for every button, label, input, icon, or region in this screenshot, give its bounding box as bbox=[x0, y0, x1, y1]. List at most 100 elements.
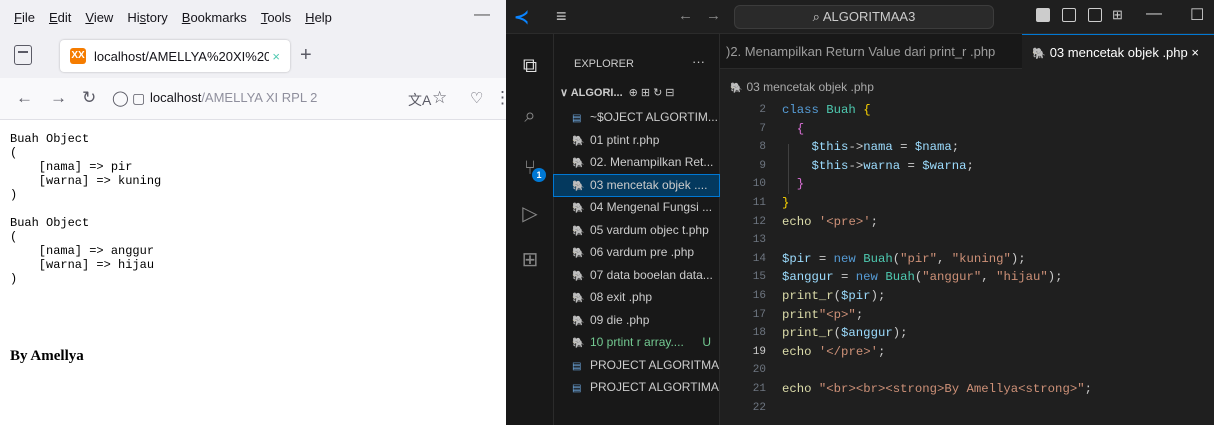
new-tab-button[interactable]: + bbox=[300, 44, 312, 67]
run-debug-icon[interactable]: ▷ bbox=[518, 202, 542, 226]
file-name: ~$OJECT ALGORTIM... bbox=[590, 110, 718, 124]
code-line: echo '</pre>'; bbox=[782, 344, 886, 359]
file-name: 05 vardum objec t.php bbox=[590, 222, 709, 237]
nav-back-icon[interactable]: ← bbox=[678, 7, 693, 24]
code-line: print"<p>"; bbox=[782, 307, 864, 322]
file-item[interactable]: 🐘 06 vardum pre .php bbox=[554, 242, 719, 263]
command-center-search[interactable]: ⌕ ALGORITMAA3 bbox=[734, 5, 994, 29]
line-number: 22 bbox=[752, 401, 766, 414]
explorer-icon[interactable]: ⧉ bbox=[518, 54, 542, 78]
file-name: PROJECT ALGORITMA... bbox=[590, 357, 719, 372]
customize-layout-icon[interactable]: ⊞ bbox=[1112, 7, 1123, 23]
line-number: 18 bbox=[752, 327, 766, 340]
minimize-icon[interactable]: — bbox=[474, 6, 490, 24]
xampp-favicon-icon: XX bbox=[70, 48, 86, 64]
print-r-output: Buah Object ( [nama] => pir [warna] => k… bbox=[10, 132, 162, 286]
file-name: 07 data booelan data... bbox=[590, 267, 713, 282]
file-item[interactable]: 🐘 07 data booelan data... bbox=[554, 265, 719, 286]
reload-icon[interactable]: ↻ bbox=[82, 88, 96, 108]
firefox-tabbar: XX localhost/AMELLYA%20XI%20RI × + bbox=[0, 34, 506, 78]
translate-icon[interactable]: 文A bbox=[408, 90, 431, 110]
menu-file[interactable]: File bbox=[14, 10, 35, 25]
file-name: PROJECT ALGORTIMA... bbox=[590, 380, 719, 394]
breadcrumb[interactable]: 🐘 03 mencetak objek .php bbox=[720, 80, 1214, 100]
window-minimize-icon[interactable]: — bbox=[1146, 5, 1162, 23]
explorer-more-icon[interactable]: ··· bbox=[692, 54, 705, 69]
line-number: 17 bbox=[752, 308, 766, 321]
extensions-icon[interactable]: ⊞ bbox=[518, 248, 542, 272]
vscode-titlebar: ≺ ≡ ← → ⌕ ALGORITMAA3 ⊞ — ☐ bbox=[506, 0, 1214, 34]
menu-view[interactable]: View bbox=[85, 10, 113, 25]
menu-tools[interactable]: Tools bbox=[261, 10, 291, 25]
folder-actions-icons[interactable]: ⊕⊞↻⊟ bbox=[629, 87, 678, 99]
line-number: 20 bbox=[752, 364, 766, 377]
tab-menampilkan-return[interactable]: )2. Menampilkan Return Value dari print_… bbox=[720, 34, 1020, 69]
tab-close-icon[interactable]: × bbox=[272, 49, 280, 64]
forward-arrow-icon[interactable]: → bbox=[50, 88, 67, 108]
line-number: 11 bbox=[752, 197, 766, 209]
file-item[interactable]: 🐘 01 ptint r.php bbox=[554, 130, 719, 151]
search-icon[interactable]: ⌕ bbox=[518, 104, 542, 128]
php-file-icon: 🐘 bbox=[572, 158, 585, 169]
scm-badge: 1 bbox=[532, 168, 546, 182]
nav-forward-icon[interactable]: → bbox=[706, 7, 721, 24]
file-item[interactable]: 🐘 03 mencetak objek .... bbox=[553, 173, 720, 197]
firefox-navbar: ← → ↻ ◯ ▢ localhost/AMELLYA XI RPL 2 文A … bbox=[0, 78, 511, 120]
file-item[interactable]: ▤ PROJECT ALGORITMA... bbox=[554, 355, 719, 376]
menu-history[interactable]: History bbox=[127, 10, 167, 25]
signature-text: By Amellya bbox=[10, 348, 84, 364]
pocket-icon[interactable]: ♡ bbox=[470, 89, 483, 107]
url-bar[interactable]: localhost/AMELLYA XI RPL 2 bbox=[150, 90, 450, 105]
toggle-secondary-sidebar-icon[interactable] bbox=[1088, 8, 1102, 22]
file-name: 02. Menampilkan Ret... bbox=[590, 155, 714, 169]
menu-help[interactable]: Help bbox=[305, 10, 332, 25]
file-item[interactable]: ▤ ~$OJECT ALGORTIM... bbox=[554, 107, 719, 128]
document-file-icon: ▤ bbox=[572, 113, 582, 124]
php-file-icon: 🐘 bbox=[572, 225, 585, 237]
line-number: 12 bbox=[752, 215, 766, 228]
code-line: class Buah { bbox=[782, 103, 871, 117]
php-file-icon: 🐘 bbox=[572, 248, 585, 259]
tab-mencetak-objek[interactable]: 🐘 03 mencetak objek .php × bbox=[1022, 34, 1214, 69]
file-name: 09 die .php bbox=[590, 312, 650, 327]
toggle-sidebar-icon[interactable] bbox=[1036, 8, 1050, 22]
line-number: 2 bbox=[759, 104, 766, 116]
workspace-folder[interactable]: ∨ ALGORI... ⊕⊞↻⊟ bbox=[560, 86, 720, 99]
browser-tab[interactable]: XX localhost/AMELLYA%20XI%20RI × bbox=[60, 40, 290, 72]
line-number: 10 bbox=[752, 178, 766, 191]
menu-icon[interactable]: ≡ bbox=[556, 6, 567, 27]
bookmark-star-icon[interactable]: ☆ bbox=[432, 88, 447, 108]
tab-close-icon[interactable]: × bbox=[1191, 45, 1199, 60]
code-editor[interactable]: 2 class Buah {7 {8 $this->nama = $nama; 9 … bbox=[720, 100, 1214, 425]
menu-bookmarks[interactable]: Bookmarks bbox=[182, 10, 247, 25]
line-number: 8 bbox=[759, 141, 766, 154]
php-file-icon: 🐘 bbox=[572, 135, 585, 147]
code-line: { bbox=[796, 121, 805, 136]
php-file-icon: 🐘 bbox=[572, 338, 585, 349]
code-line: $anggur = new Buah("anggur", "hijau"); bbox=[782, 270, 1063, 285]
firefox-window: File Edit View History Bookmarks Tools H… bbox=[0, 0, 511, 425]
file-item[interactable]: ▤ PROJECT ALGORTIMA... bbox=[554, 377, 719, 398]
file-item[interactable]: 🐘 02. Menampilkan Ret... bbox=[554, 152, 719, 173]
git-status: U bbox=[702, 335, 711, 349]
window-maximize-icon[interactable]: ☐ bbox=[1190, 5, 1204, 25]
file-name: 04 Mengenal Fungsi ... bbox=[590, 200, 713, 214]
file-item[interactable]: 🐘 10 prtint r array.... U bbox=[554, 332, 719, 353]
code-line: print_r($pir); bbox=[782, 289, 886, 303]
file-item[interactable]: 🐘 04 Mengenal Fungsi ... bbox=[554, 197, 719, 218]
tab-overview-icon[interactable] bbox=[14, 45, 32, 65]
toggle-panel-icon[interactable] bbox=[1062, 8, 1076, 22]
menu-edit[interactable]: Edit bbox=[49, 10, 71, 25]
code-line: $pir = new Buah("pir", "kuning"); bbox=[782, 251, 1026, 266]
line-number: 19 bbox=[752, 345, 766, 358]
file-item[interactable]: 🐘 09 die .php bbox=[554, 310, 719, 331]
code-line: $this->nama = $nama; bbox=[811, 140, 960, 155]
line-number: 14 bbox=[752, 252, 766, 265]
code-line: echo "<br><br><strong>By Amellya<strong>… bbox=[782, 382, 1092, 396]
php-file-icon: 🐘 bbox=[572, 293, 585, 304]
file-item[interactable]: 🐘 05 vardum objec t.php bbox=[554, 220, 719, 241]
back-arrow-icon[interactable]: ← bbox=[16, 88, 33, 108]
shield-icon[interactable]: ◯ bbox=[112, 89, 129, 107]
file-item[interactable]: 🐘 08 exit .php bbox=[554, 287, 719, 308]
line-number: 13 bbox=[752, 234, 766, 247]
